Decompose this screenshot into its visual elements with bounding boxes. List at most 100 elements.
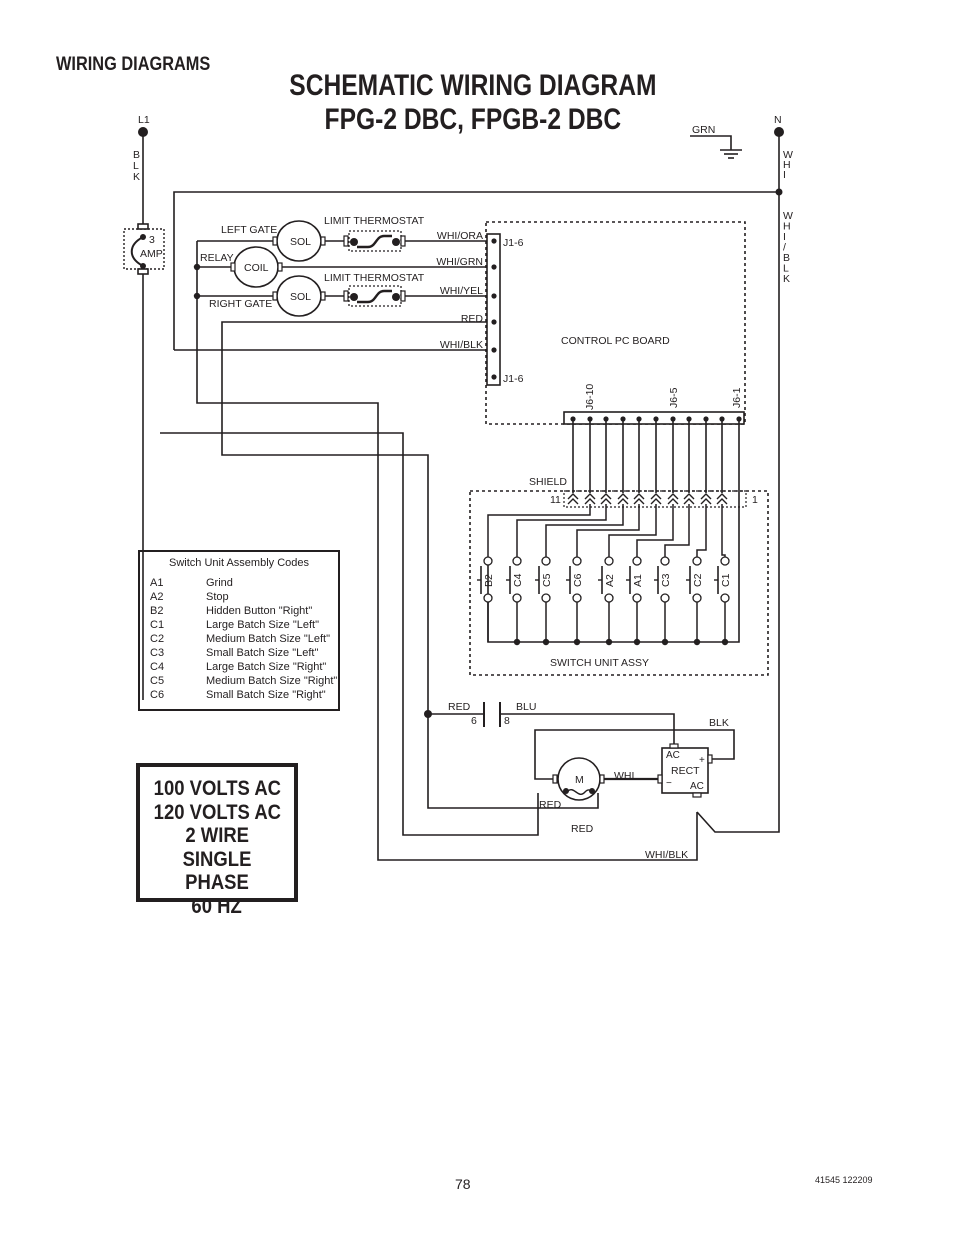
code-description: Small Batch Size "Left"	[206, 647, 319, 659]
coil-terminal-in	[230, 262, 236, 272]
thermo-left-terminal-in	[343, 235, 349, 247]
sol-right-terminal-out	[320, 291, 326, 301]
code: A1	[150, 577, 164, 589]
wire-label-whi-yel: WHI/YEL	[440, 285, 483, 297]
rect-plus-terminal	[707, 754, 713, 764]
switch-feed-wire	[487, 504, 591, 557]
fuse-terminal-bottom	[137, 268, 149, 275]
power-spec-line: 2 WIRE	[185, 824, 249, 847]
code-row: A2 Stop	[140, 590, 338, 604]
whi-blk-vertical-label: WHI/BLK	[783, 210, 793, 285]
switch-label: B2	[483, 574, 495, 587]
shield-chevron	[617, 493, 629, 505]
code: C4	[150, 661, 165, 673]
red-wire-label-1: RED	[539, 799, 562, 811]
switch-common-junction	[633, 638, 641, 646]
fuse-value: 3	[149, 234, 155, 246]
code: C5	[150, 675, 165, 687]
code-description: Large Batch Size "Left"	[206, 619, 319, 631]
code: C2	[150, 633, 165, 645]
j6-10-label: J6-10	[584, 384, 596, 410]
switch-label: C4	[512, 573, 524, 587]
relay-junction	[193, 263, 201, 271]
j1-bottom-label: J1-6	[503, 373, 524, 385]
limit-thermostat-right-switch	[357, 289, 392, 304]
limit-thermostat-left-switch	[357, 234, 392, 249]
code-description: Small Batch Size "Right"	[206, 689, 326, 701]
switch-label: C5	[541, 573, 553, 587]
motor-dot-left	[563, 788, 569, 794]
contact-red-label: RED	[448, 701, 471, 713]
thermo-left-contact-1	[350, 238, 358, 246]
right-gate-junction	[193, 292, 201, 300]
code: C6	[150, 689, 165, 701]
switch-feed-wire	[721, 504, 726, 557]
left-sol-label: SOL	[290, 236, 311, 248]
code-description: Hidden Button "Right"	[206, 605, 313, 617]
switch-terminal-bottom	[541, 593, 551, 603]
code-description: Medium Batch Size "Left"	[206, 633, 330, 645]
j1-pin	[491, 293, 497, 299]
rect-minus-terminal	[657, 774, 663, 784]
motor-dot-right	[589, 788, 595, 794]
wire-label-red: RED	[461, 313, 484, 325]
code: C3	[150, 647, 165, 659]
contact-blu-label: BLU	[516, 701, 536, 713]
power-spec-box: 100 VOLTS AC 120 VOLTS AC 2 WIRE SINGLE …	[136, 763, 298, 918]
shield-chevron	[667, 493, 679, 505]
rect-ac-top-label: AC	[666, 750, 680, 761]
switch-label: C3	[660, 573, 672, 587]
wire-label-whi-ora: WHI/ORA	[437, 230, 483, 242]
thermo-left-contact-2	[392, 238, 400, 246]
codes-table-title: Switch Unit Assembly Codes	[169, 557, 309, 569]
rect-ac-neutral-wire	[696, 787, 780, 833]
code-row: C5 Medium Batch Size "Right"	[140, 674, 338, 688]
shield-chevron	[683, 493, 695, 505]
shield-chevron	[700, 493, 712, 505]
switch-terminal-bottom	[632, 593, 642, 603]
wire-label-whi-grn: WHI/GRN	[436, 256, 483, 268]
code: A2	[150, 591, 164, 603]
switch-feed-wire	[696, 504, 707, 557]
limit-thermostat-right-label: LIMIT THERMOSTAT	[324, 272, 425, 284]
shield-chevron	[633, 493, 645, 505]
rect-minus-label: −	[666, 778, 672, 789]
thermo-left-terminal-out	[400, 235, 406, 247]
j1-top-label: J1-6	[503, 237, 524, 249]
shield-connector	[563, 490, 747, 508]
switch-terminal-top	[720, 556, 730, 566]
switch-terminal-bottom	[692, 593, 702, 603]
thermo-right-contact-2	[392, 293, 400, 301]
j6-5-label: J6-5	[668, 387, 680, 408]
switch-common-junction	[721, 638, 729, 646]
switch-common-junction	[542, 638, 550, 646]
switch-terminal-top	[660, 556, 670, 566]
switch-common-junction	[661, 638, 669, 646]
thermo-right-contact-1	[350, 293, 358, 301]
code-row: C3 Small Batch Size "Left"	[140, 646, 338, 660]
wire-label-letter: I	[783, 169, 786, 181]
shield-pin-11: 11	[550, 494, 561, 506]
code: B2	[150, 605, 164, 617]
control-board-label: CONTROL PC BOARD	[561, 335, 670, 347]
code-row: B2 Hidden Button "Right"	[140, 604, 338, 618]
blk-vertical-label: BLK	[133, 149, 140, 183]
j1-pin	[491, 264, 497, 270]
switch-terminal-bottom	[604, 593, 614, 603]
red-wire-label-2: RED	[571, 823, 594, 835]
switch-feed-wire	[664, 504, 690, 557]
switch-terminal-bottom	[572, 593, 582, 603]
code-row: A1 Grind	[140, 576, 338, 590]
rect-ac-terminal-top	[669, 743, 679, 749]
power-spec-line: 120 VOLTS AC	[153, 800, 281, 824]
wire-label-letter: K	[133, 171, 140, 183]
switch-feed-wire	[576, 504, 640, 557]
j1-pin	[491, 374, 497, 380]
thermo-right-terminal-out	[400, 290, 406, 302]
whi-wire-label: WHI	[614, 770, 634, 782]
switch-terminal-bottom	[512, 593, 522, 603]
shield-chevron	[716, 493, 728, 505]
sol-right-terminal-in	[272, 291, 278, 301]
shield-chevron	[567, 493, 579, 505]
j1-pin	[491, 347, 497, 353]
